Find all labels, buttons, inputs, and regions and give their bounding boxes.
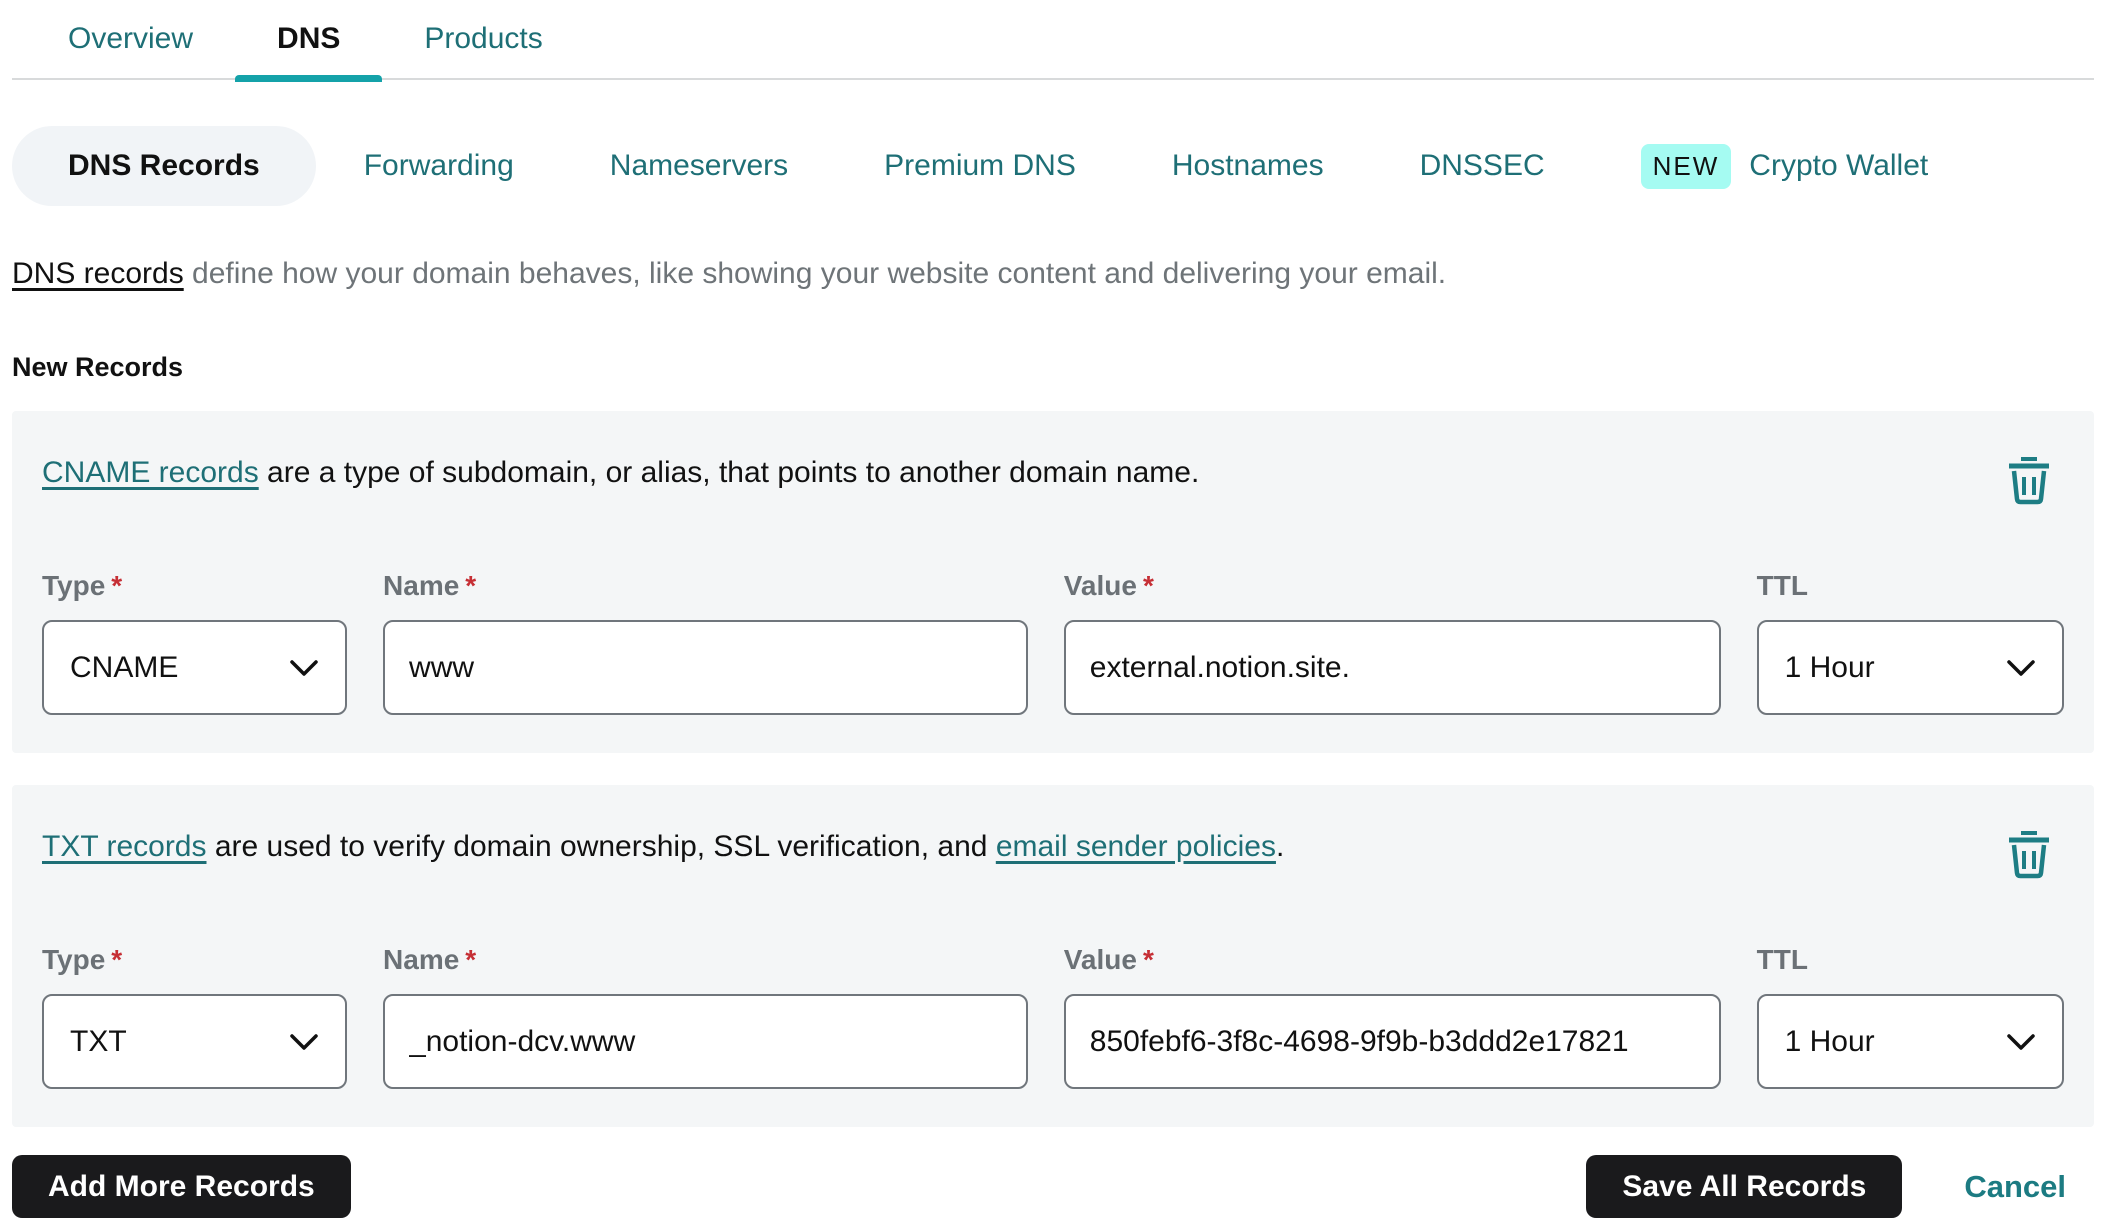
subtab-crypto-wallet-label: Crypto Wallet [1749,149,1929,182]
ttl-select-value: 1 Hour [1784,1024,1875,1058]
txt-records-link[interactable]: TXT records [42,830,207,863]
type-label: Type * [42,944,123,975]
record-description-text: are used to verify domain ownership, SSL… [206,830,996,863]
type-select[interactable]: TXT [42,994,348,1089]
type-select-value: TXT [70,1024,127,1058]
record-fields-row: Type* CNAME Name* Value* TTL 1 Hou [42,570,2064,715]
required-asterisk: * [111,570,123,601]
dns-subtab-bar: DNS Records Forwarding Nameservers Premi… [12,126,2094,206]
add-more-records-button[interactable]: Add More Records [12,1155,351,1218]
name-label: Name * [383,944,477,975]
trash-icon [2009,457,2049,505]
ttl-label: TTL [1756,570,1808,601]
subtab-dnssec[interactable]: DNSSEC [1372,126,1593,206]
required-asterisk: * [465,570,477,601]
ttl-label: TTL [1756,944,1808,975]
value-input[interactable] [1063,994,1721,1089]
form-actions-row: Add More Records Save All Records Cancel [12,1155,2094,1218]
subtab-nameservers[interactable]: Nameservers [562,126,836,206]
subtab-crypto-wallet[interactable]: NEW Crypto Wallet [1593,126,1977,206]
ttl-select-value: 1 Hour [1784,650,1875,684]
delete-record-button[interactable] [2006,455,2052,508]
required-asterisk: * [1142,944,1154,975]
domain-tab-bar: Overview DNS Products [12,0,2094,82]
name-input[interactable] [383,994,1029,1089]
type-label: Type * [42,570,123,601]
cname-records-link[interactable]: CNAME records [42,456,259,489]
ttl-select[interactable]: 1 Hour [1756,620,2064,715]
subtab-forwarding[interactable]: Forwarding [316,126,562,206]
subtab-dns-records[interactable]: DNS Records [12,126,316,206]
chevron-down-icon [2007,659,2035,676]
save-all-records-button[interactable]: Save All Records [1586,1155,1903,1218]
required-asterisk: * [1142,570,1154,601]
name-input[interactable] [383,620,1029,715]
tab-products[interactable]: Products [382,0,584,78]
new-badge: NEW [1640,143,1732,189]
type-select-value: CNAME [70,650,179,684]
dns-records-link[interactable]: DNS records [12,257,184,290]
dns-intro-rest: define how your domain behaves, like sho… [183,257,1447,290]
subtab-hostnames[interactable]: Hostnames [1124,126,1372,206]
cancel-button[interactable]: Cancel [1964,1169,2066,1205]
record-description-row: TXT records are used to verify domain ow… [42,827,2064,882]
subtab-premium-dns[interactable]: Premium DNS [836,126,1124,206]
record-description-text: are a type of subdomain, or alias, that … [258,456,1200,489]
record-description: TXT records are used to verify domain ow… [42,827,1284,867]
value-label: Value * [1063,570,1154,601]
ttl-select[interactable]: 1 Hour [1756,994,2064,1089]
record-description-row: CNAME records are a type of subdomain, o… [42,453,2064,508]
record-description-end: . [1275,830,1285,863]
dns-management-page: Overview DNS Products DNS Records Forwar… [0,0,2106,1230]
tab-overview[interactable]: Overview [26,0,235,78]
value-label: Value * [1063,944,1154,975]
record-fields-row: Type* TXT Name* Value* TTL 1 Hour [42,944,2064,1089]
tab-dns[interactable]: DNS [235,0,383,82]
delete-record-button[interactable] [2006,829,2052,882]
chevron-down-icon [290,1033,319,1050]
chevron-down-icon [290,659,319,676]
required-asterisk: * [465,944,477,975]
type-select[interactable]: CNAME [42,620,348,715]
record-card-cname: CNAME records are a type of subdomain, o… [12,411,2094,753]
record-card-txt: TXT records are used to verify domain ow… [12,785,2094,1127]
trash-icon [2009,831,2049,879]
chevron-down-icon [2007,1033,2035,1050]
dns-intro-text: DNS records define how your domain behav… [12,254,2094,294]
new-records-heading: New Records [12,352,184,382]
required-asterisk: * [111,944,123,975]
record-description: CNAME records are a type of subdomain, o… [42,453,1199,493]
name-label: Name * [383,570,477,601]
actions-right-group: Save All Records Cancel [1586,1155,2066,1218]
value-input[interactable] [1063,620,1721,715]
email-sender-policies-link[interactable]: email sender policies [996,830,1276,863]
